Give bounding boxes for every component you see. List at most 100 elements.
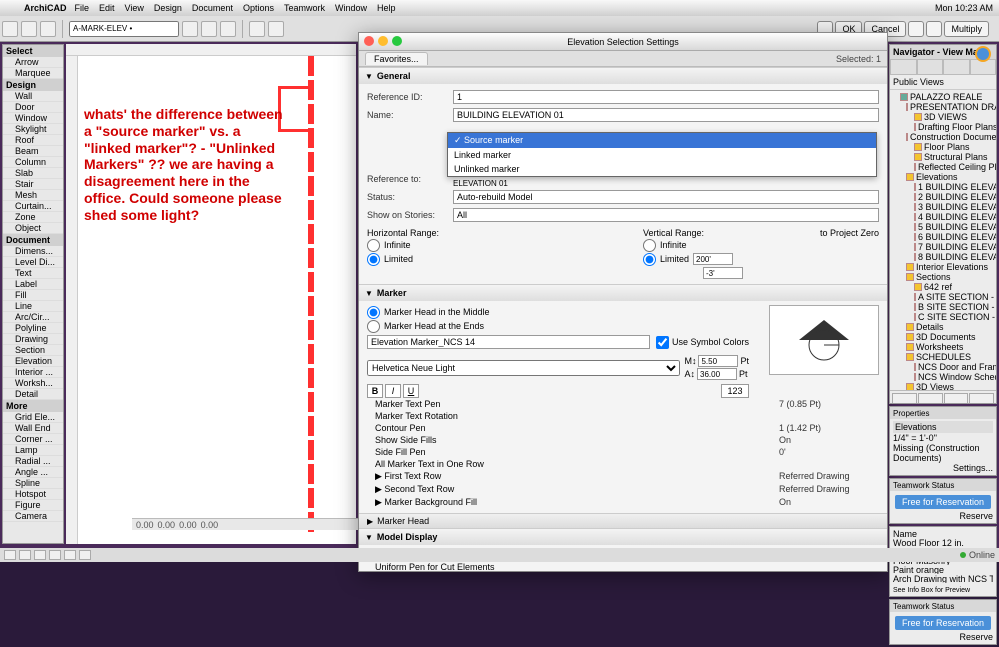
multiply-label[interactable]: Multiply <box>944 21 989 37</box>
menu-edit[interactable]: Edit <box>99 3 115 13</box>
menu-options[interactable]: Options <box>243 3 274 13</box>
tool-polyline[interactable]: Polyline <box>3 323 63 334</box>
marker-size-input[interactable] <box>697 368 737 380</box>
hrange-limited-radio[interactable] <box>367 253 380 266</box>
tool-worksh[interactable]: Worksh... <box>3 378 63 389</box>
app-name[interactable]: ArchiCAD <box>24 3 67 13</box>
bottom-btn[interactable] <box>19 550 31 560</box>
nav-button[interactable] <box>969 393 994 404</box>
name-input[interactable] <box>453 108 879 122</box>
zoom-icon[interactable] <box>392 36 402 46</box>
nav-tree-item[interactable]: Interior Elevations <box>892 262 994 272</box>
bold-button[interactable]: B <box>367 384 383 398</box>
nav-tree-item[interactable]: Details <box>892 322 994 332</box>
marker-type-dropdown[interactable]: Source marker Linked marker Unlinked mar… <box>447 132 877 177</box>
elevation-marker-line[interactable] <box>308 56 314 532</box>
nav-tree-item[interactable]: Sections <box>892 272 994 282</box>
surface-row[interactable]: Paint orange <box>893 565 993 574</box>
favorites-tab[interactable]: Favorites... <box>365 52 428 65</box>
marker-prop-row[interactable]: Show Side FillsOn <box>367 434 879 446</box>
nav-tree-item[interactable]: Drafting Floor Plans <box>892 122 994 132</box>
nav-tree-item[interactable]: Elevations <box>892 172 994 182</box>
navigator-tab-icon[interactable] <box>917 59 944 75</box>
tool-door[interactable]: Door <box>3 102 63 113</box>
tool-spline[interactable]: Spline <box>3 478 63 489</box>
nav-tree-item[interactable]: 7 BUILDING ELEVATION 07 <box>892 242 994 252</box>
teamwork-header[interactable]: Teamwork Status <box>890 479 996 491</box>
nav-tree-item[interactable]: 642 ref <box>892 282 994 292</box>
toolbar-btn[interactable] <box>220 21 236 37</box>
reserve-button[interactable]: Reserve <box>893 511 993 521</box>
nav-tree-item[interactable]: PRESENTATION DRAWINGS <box>892 102 994 112</box>
minimize-icon[interactable] <box>378 36 388 46</box>
nav-tree-item[interactable]: 3D VIEWS <box>892 112 994 122</box>
toolbar-btn[interactable] <box>926 21 942 37</box>
nav-tree-item[interactable]: PALAZZO REALE <box>892 92 994 102</box>
surface-row[interactable]: Wood Floor 12 in. <box>893 538 993 547</box>
navigator-tab-icon[interactable] <box>890 59 917 75</box>
marker-ends-radio[interactable] <box>367 320 380 333</box>
tool-hotspot[interactable]: Hotspot <box>3 489 63 500</box>
nav-tree-item[interactable]: 3D Documents <box>892 332 994 342</box>
tool-interior[interactable]: Interior ... <box>3 367 63 378</box>
tool-text[interactable]: Text <box>3 268 63 279</box>
toolbar-btn[interactable] <box>40 21 56 37</box>
tool-label[interactable]: Label <box>3 279 63 290</box>
tool-skylight[interactable]: Skylight <box>3 124 63 135</box>
vrange-top-input[interactable] <box>693 253 733 265</box>
toolbar-btn[interactable] <box>908 21 924 37</box>
properties-header[interactable]: Properties <box>890 407 996 419</box>
free-for-reservation-button[interactable]: Free for Reservation <box>895 495 991 509</box>
nav-tree-item[interactable]: 8 BUILDING ELEVATION 08 <box>892 252 994 262</box>
tool-slab[interactable]: Slab <box>3 168 63 179</box>
nav-tree-item[interactable]: 1 BUILDING ELEVATION 01 <box>892 182 994 192</box>
menu-file[interactable]: File <box>75 3 90 13</box>
tool-window[interactable]: Window <box>3 113 63 124</box>
hrange-infinite-radio[interactable] <box>367 239 380 252</box>
model-prop-row[interactable]: Uniform Pen for Cut Elements <box>367 561 879 571</box>
toolbar-btn[interactable] <box>268 21 284 37</box>
tool-curtain[interactable]: Curtain... <box>3 201 63 212</box>
tool-column[interactable]: Column <box>3 157 63 168</box>
pen-button[interactable]: 123 <box>721 384 749 398</box>
menu-window[interactable]: Window <box>335 3 367 13</box>
nav-tree-item[interactable]: C SITE SECTION - C <box>892 312 994 322</box>
tool-fill[interactable]: Fill <box>3 290 63 301</box>
tool-angle[interactable]: Angle ... <box>3 467 63 478</box>
tool-line[interactable]: Line <box>3 301 63 312</box>
nav-tree-item[interactable]: 3D Views <box>892 382 994 390</box>
nav-tree-item[interactable]: Floor Plans <box>892 142 994 152</box>
nav-tree-item[interactable]: Structural Plans <box>892 152 994 162</box>
nav-tree-item[interactable]: 5 BUILDING ELEVATION 05 <box>892 222 994 232</box>
tool-arccir[interactable]: Arc/Cir... <box>3 312 63 323</box>
tool-roof[interactable]: Roof <box>3 135 63 146</box>
tool-figure[interactable]: Figure <box>3 500 63 511</box>
dropdown-opt-linked[interactable]: Linked marker <box>448 148 876 162</box>
nav-tree-item[interactable]: A SITE SECTION - A <box>892 292 994 302</box>
toolbar-btn[interactable] <box>249 21 265 37</box>
menu-help[interactable]: Help <box>377 3 396 13</box>
toolbar-btn[interactable] <box>201 21 217 37</box>
marker-prop-row[interactable]: Contour Pen1 (1.42 Pt) <box>367 422 879 434</box>
menu-teamwork[interactable]: Teamwork <box>284 3 325 13</box>
tool-leveldi[interactable]: Level Di... <box>3 257 63 268</box>
navigator-tab-icon[interactable] <box>943 59 970 75</box>
close-icon[interactable] <box>364 36 374 46</box>
layer-combo[interactable] <box>69 21 179 37</box>
tool-radial[interactable]: Radial ... <box>3 456 63 467</box>
bottom-btn[interactable] <box>4 550 16 560</box>
tool-lamp[interactable]: Lamp <box>3 445 63 456</box>
menu-design[interactable]: Design <box>154 3 182 13</box>
nav-button[interactable] <box>892 393 917 404</box>
teamwork-header-2[interactable]: Teamwork Status <box>890 600 996 612</box>
bottom-btn[interactable] <box>64 550 76 560</box>
marker-prop-row[interactable]: ▶ Marker Background FillOn <box>367 496 879 509</box>
nav-button[interactable] <box>918 393 943 404</box>
show-stories-select[interactable] <box>453 208 879 222</box>
section-marker-head[interactable]: ▶Marker Head <box>359 513 887 528</box>
tool-elevation[interactable]: Elevation <box>3 356 63 367</box>
marker-prop-row[interactable]: Marker Text Rotation <box>367 410 879 422</box>
font-size-input[interactable] <box>698 355 738 367</box>
marker-middle-radio[interactable] <box>367 306 380 319</box>
underline-button[interactable]: U <box>403 384 419 398</box>
